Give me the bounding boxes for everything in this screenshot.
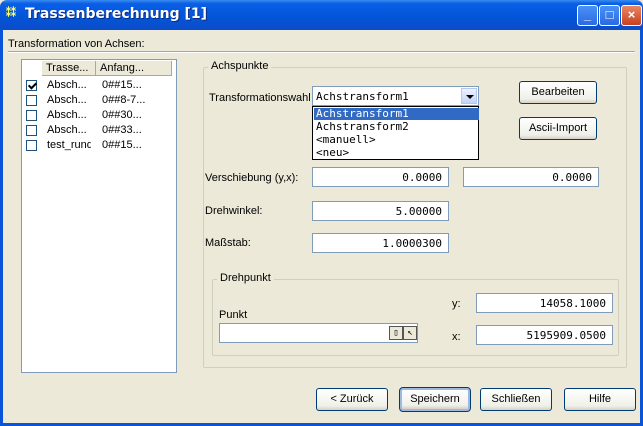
- row-name: Absch...: [47, 94, 87, 106]
- row-checkbox[interactable]: [26, 80, 37, 91]
- dropdown-option[interactable]: Achstransform2: [314, 121, 479, 133]
- y-coordinate-input[interactable]: 14058.1000: [476, 293, 613, 313]
- clipboard-icon[interactable]: ▯: [389, 326, 403, 340]
- dropdown-option[interactable]: <neu>: [314, 147, 479, 159]
- x-coordinate-input[interactable]: 5195909.0500: [476, 325, 613, 345]
- x-label: x:: [452, 331, 461, 343]
- pick-point-icon[interactable]: ↖: [403, 326, 417, 340]
- minimize-button[interactable]: _: [577, 5, 598, 26]
- axis-list[interactable]: Trasse... Anfang... Absch... 0##15... Ab…: [21, 59, 177, 373]
- achspunkte-title: Achspunkte: [208, 60, 272, 72]
- edit-button[interactable]: Bearbeiten: [519, 81, 597, 104]
- angle-label: Drehwinkel:: [205, 205, 263, 217]
- list-item[interactable]: Absch... 0##8-7...: [22, 93, 176, 108]
- list-item[interactable]: Absch... 0##15...: [22, 78, 176, 93]
- dialog-window: ⁑⁑ Trassenberechnung [1] _ □ × Transform…: [0, 0, 643, 426]
- scale-input[interactable]: 1.0000300: [312, 233, 449, 253]
- row-start: 0##15...: [102, 79, 142, 91]
- row-name: test_rund: [47, 139, 91, 151]
- row-checkbox[interactable]: [26, 95, 37, 106]
- row-name: Absch...: [47, 79, 87, 91]
- help-button[interactable]: Hilfe: [564, 388, 636, 411]
- column-header-trasse[interactable]: Trasse...: [42, 61, 96, 76]
- point-input[interactable]: ▯ ↖: [219, 323, 418, 343]
- back-button[interactable]: < Zurück: [316, 388, 388, 411]
- close-icon: ×: [627, 7, 636, 22]
- list-item[interactable]: test_rund 0##15...: [22, 138, 176, 153]
- scale-label: Maßstab:: [205, 237, 251, 249]
- title-bar[interactable]: ⁑⁑ Trassenberechnung [1] _ □ ×: [0, 0, 643, 30]
- row-checkbox[interactable]: [26, 140, 37, 151]
- point-label: Punkt: [219, 309, 248, 321]
- app-icon[interactable]: ⁑⁑: [6, 8, 16, 19]
- shift-label: Verschiebung (y,x):: [205, 172, 299, 184]
- row-start: 0##15...: [102, 139, 142, 151]
- row-name: Absch...: [47, 109, 87, 121]
- drehpunkt-title: Drehpunkt: [217, 272, 274, 284]
- transform-selected-value: Achstransform1: [316, 90, 409, 103]
- maximize-button[interactable]: □: [599, 5, 620, 26]
- transform-select[interactable]: Achstransform1: [312, 86, 479, 106]
- angle-input[interactable]: 5.00000: [312, 201, 449, 221]
- window-border-left: [0, 30, 3, 426]
- column-header-anfang[interactable]: Anfang...: [96, 61, 172, 76]
- close-window-button[interactable]: ×: [621, 5, 642, 26]
- list-item[interactable]: Absch... 0##33...: [22, 123, 176, 138]
- row-start: 0##33...: [102, 124, 142, 136]
- section-title: Transformation von Achsen:: [8, 38, 145, 50]
- section-divider: [8, 51, 635, 53]
- row-start: 0##8-7...: [102, 94, 146, 106]
- close-button[interactable]: Schließen: [480, 388, 552, 411]
- maximize-icon: □: [605, 7, 614, 22]
- list-item[interactable]: Absch... 0##30...: [22, 108, 176, 123]
- row-checkbox[interactable]: [26, 125, 37, 136]
- window-title: Trassenberechnung [1]: [25, 6, 208, 22]
- chevron-down-icon[interactable]: [461, 88, 477, 104]
- y-label: y:: [452, 298, 461, 310]
- list-header: Trasse... Anfang...: [22, 60, 176, 77]
- row-name: Absch...: [47, 124, 87, 136]
- row-checkbox[interactable]: [26, 110, 37, 121]
- ascii-import-button[interactable]: Ascii-Import: [519, 117, 597, 140]
- shift-y-input[interactable]: 0.0000: [312, 167, 449, 187]
- dropdown-option[interactable]: Achstransform1: [314, 108, 479, 120]
- save-button[interactable]: Speichern: [399, 387, 471, 412]
- row-start: 0##30...: [102, 109, 142, 121]
- dropdown-option[interactable]: <manuell>: [314, 134, 479, 146]
- minimize-icon: _: [583, 7, 592, 22]
- transform-dropdown-list[interactable]: Achstransform1 Achstransform2 <manuell> …: [312, 106, 479, 160]
- shift-x-input[interactable]: 0.0000: [463, 167, 599, 187]
- transform-label: Transformationswahl: [209, 92, 311, 104]
